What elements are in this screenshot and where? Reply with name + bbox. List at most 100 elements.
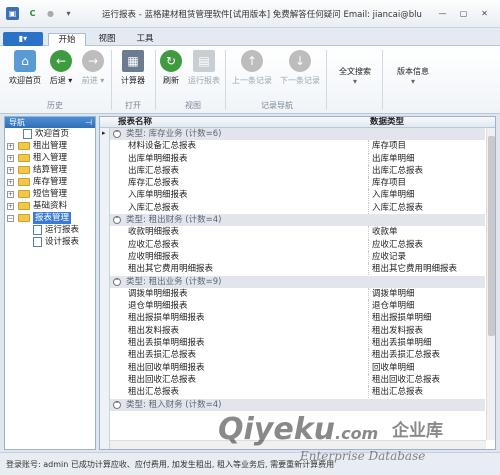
cell-report-name: 租出报损单明细报表 <box>128 313 205 324</box>
tree-item-label: 欢迎首页 <box>35 129 70 139</box>
tab-tools[interactable]: 工具 <box>128 33 162 47</box>
table-row[interactable]: 租出丢损汇总报表 租出丢损汇总报表 <box>110 349 485 362</box>
home-button[interactable]: ⌂ 欢迎首页 <box>6 49 44 95</box>
cell-report-name: 应收汇总报表 <box>128 239 180 250</box>
expand-icon[interactable]: + <box>7 203 14 210</box>
prev-record-button-label: 上一条记录 <box>232 76 272 85</box>
cell-data-type: 租出汇总报表 <box>368 386 478 399</box>
group-row[interactable]: ⌃ 类型: 租出业务 (计数=9) <box>110 275 485 288</box>
table-row[interactable]: 租出发料报表 租出发料报表 <box>110 324 485 337</box>
pin-icon[interactable]: ⊣ <box>85 117 92 128</box>
vertical-scrollbar[interactable] <box>486 128 495 440</box>
collapse-group-icon[interactable]: ⌃ <box>113 216 121 225</box>
fulltext-search-button[interactable]: 全文搜索 ▾ <box>332 66 378 112</box>
expand-icon[interactable]: + <box>7 191 14 198</box>
vertical-scroll-thumb[interactable] <box>488 136 495 336</box>
arrow-up-icon: ↑ <box>241 50 263 72</box>
expand-icon[interactable]: + <box>7 167 14 174</box>
table-row[interactable]: 入库单明细报表 入库单明细 <box>110 189 485 202</box>
table-row[interactable]: 租出报损单明细报表 租出报损单明细 <box>110 312 485 325</box>
back-button-label: 后退 ▾ <box>49 76 73 85</box>
tree-item-settlement[interactable]: + 结算管理 <box>5 164 95 176</box>
cell-data-type: 库存项目 <box>368 140 478 153</box>
cell-data-type: 收款单 <box>368 226 478 239</box>
collapse-icon[interactable]: − <box>7 215 14 222</box>
minimize-button[interactable]: — <box>436 7 449 20</box>
back-button[interactable]: ← 后退 ▾ <box>46 49 76 95</box>
table-row[interactable]: 租出其它费用明细报表 租出其它费用明细报表 <box>110 263 485 276</box>
tree-item-design-report[interactable]: 设计报表 <box>5 236 95 248</box>
current-row-marker: ▸ <box>102 129 106 137</box>
collapse-group-icon[interactable]: ⌃ <box>113 400 121 409</box>
table-row[interactable]: 调拨单明细报表 调拨单明细 <box>110 287 485 300</box>
tree-item-sms[interactable]: + 短信管理 <box>5 188 95 200</box>
tree-item-rent-in[interactable]: + 租入管理 <box>5 152 95 164</box>
watermark-logo: Qiyeku.com <box>218 412 379 447</box>
table-row[interactable]: 出库汇总报表 出库汇总报表 <box>110 164 485 177</box>
home-button-label: 欢迎首页 <box>9 76 41 85</box>
cell-data-type: 入库单明细 <box>368 189 478 202</box>
table-row[interactable]: 退仓单明细报表 退仓单明细 <box>110 300 485 313</box>
tree-item-label: 基础资料 <box>33 201 68 211</box>
cell-data-type: 库存项目 <box>368 177 478 190</box>
refresh-button[interactable]: ↻ 刷新 <box>158 49 184 95</box>
file-menu-button[interactable]: ▮▾ <box>3 32 43 46</box>
table-row[interactable]: 库存汇总报表 库存项目 <box>110 177 485 190</box>
tree-item-label: 库存管理 <box>33 177 68 187</box>
tree-item-run-report[interactable]: 运行报表 <box>5 224 95 236</box>
tab-view[interactable]: 视图 <box>90 33 124 47</box>
forward-quick-icon[interactable]: ● <box>44 7 57 20</box>
table-row[interactable]: 出库单明细报表 出库单明细 <box>110 152 485 165</box>
cell-report-name: 库存汇总报表 <box>128 178 180 189</box>
title-bar: ▣ C ● ▾ 运行报表 - 蓝格建材租赁管理软件[试用版本] 免费解答任何疑问… <box>0 0 500 28</box>
nav-tree: 欢迎首页 + 租出管理 + 租入管理 + 结算管理 + 库存管理 + 短信管理 <box>5 128 95 248</box>
calculator-button[interactable]: ▦ 计算器 <box>116 49 150 95</box>
cell-report-name: 调拨单明细报表 <box>128 288 188 299</box>
group-row[interactable]: ⌃ 类型: 租入财务 (计数=4) <box>110 398 485 411</box>
group-row[interactable]: ⌃ 类型: 租出财务 (计数=4) <box>110 214 485 227</box>
table-row[interactable]: 租出回收单明细报表 回收单明细 <box>110 361 485 374</box>
watermark-cn: 企业库 <box>392 421 443 441</box>
cell-data-type: 回收单明细 <box>368 361 478 374</box>
page-icon <box>23 129 32 139</box>
tree-item-welcome[interactable]: 欢迎首页 <box>5 128 95 140</box>
prev-record-button[interactable]: ↑ 上一条记录 <box>229 49 275 95</box>
run-report-button[interactable]: ▤ 运行报表 <box>186 49 222 95</box>
tree-item-reports[interactable]: − 报表管理 <box>5 212 95 224</box>
refresh-quick-icon[interactable]: C <box>26 7 39 20</box>
customize-quick-access-icon[interactable]: ▾ <box>62 7 75 20</box>
expand-icon[interactable]: + <box>7 143 14 150</box>
tree-item-inventory[interactable]: + 库存管理 <box>5 176 95 188</box>
navigation-pane: 导航 ⊣ 欢迎首页 + 租出管理 + 租入管理 + 结算管理 + 库存管理 + <box>4 116 96 450</box>
cell-data-type: 租出丢损汇总报表 <box>368 349 478 362</box>
collapse-group-icon[interactable]: ⌃ <box>113 130 121 138</box>
cell-data-type: 租出其它费用明细报表 <box>368 263 478 276</box>
close-button[interactable]: ✕ <box>478 7 491 20</box>
group-label: 类型: 租出财务 (计数=4) <box>126 215 222 226</box>
version-info-button[interactable]: 版本信息 ▾ <box>390 66 436 112</box>
tree-item-base-data[interactable]: + 基础资料 <box>5 200 95 212</box>
table-row[interactable]: 入库汇总报表 入库汇总报表 <box>110 201 485 214</box>
column-header-data-type[interactable]: 数据类型 <box>370 117 404 128</box>
group-separator <box>382 50 383 110</box>
collapse-group-icon[interactable]: ⌃ <box>113 277 121 286</box>
table-row[interactable]: 应收汇总报表 应收汇总报表 <box>110 238 485 251</box>
arrow-right-icon: → <box>82 50 104 72</box>
table-row[interactable]: 租出丢损单明细报表 租出丢损单明细 <box>110 337 485 350</box>
table-row[interactable]: 租出回收汇总报表 租出回收汇总报表 <box>110 373 485 386</box>
forward-button[interactable]: → 前进 ▾ <box>78 49 108 95</box>
expand-icon[interactable]: + <box>7 155 14 162</box>
expand-icon[interactable]: + <box>7 179 14 186</box>
table-row[interactable]: 租出汇总报表 租出汇总报表 <box>110 386 485 399</box>
next-record-button[interactable]: ↓ 下一条记录 <box>277 49 323 95</box>
tree-item-label: 短信管理 <box>33 189 68 199</box>
table-row[interactable]: 材料设备汇总报表 库存项目 <box>110 140 485 153</box>
table-row[interactable]: 应收明细报表 应收记录 <box>110 250 485 263</box>
tree-item-rent-out[interactable]: + 租出管理 <box>5 140 95 152</box>
group-row[interactable]: ⌃ 类型: 库存业务 (计数=6) <box>110 128 485 141</box>
cell-data-type: 租出丢损单明细 <box>368 337 478 350</box>
maximize-button[interactable]: ▢ <box>457 7 470 20</box>
table-row[interactable]: 收款明细报表 收款单 <box>110 226 485 239</box>
column-header-report-name[interactable]: 报表名称 <box>118 117 152 128</box>
cell-data-type: 入库汇总报表 <box>368 201 478 214</box>
